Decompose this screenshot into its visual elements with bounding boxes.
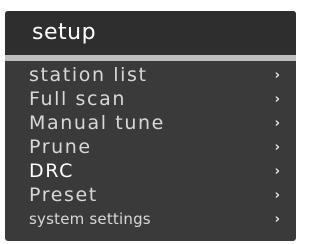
chevron-right-icon: ›	[274, 140, 280, 155]
menu-item-label: system settings	[29, 210, 151, 228]
chevron-right-icon: ›	[274, 212, 280, 227]
screen-title: setup	[32, 20, 97, 45]
title-bar: setup	[5, 11, 296, 55]
menu-item-manual-tune[interactable]: Manual tune ›	[5, 111, 296, 135]
menu-item-label: Prune	[29, 136, 92, 158]
menu-item-drc[interactable]: DRC ›	[5, 159, 296, 183]
chevron-right-icon: ›	[274, 68, 280, 83]
menu-item-prune[interactable]: Prune ›	[5, 135, 296, 159]
chevron-right-icon: ›	[274, 92, 280, 107]
chevron-right-icon: ›	[274, 116, 280, 131]
setup-menu: station list › Full scan › Manual tune ›…	[5, 63, 296, 231]
menu-item-station-list[interactable]: station list ›	[5, 63, 296, 87]
setup-screen: setup station list › Full scan › Manual …	[5, 11, 296, 241]
menu-item-preset[interactable]: Preset ›	[5, 183, 296, 207]
chevron-right-icon: ›	[274, 188, 280, 203]
menu-item-label: DRC	[29, 160, 74, 182]
menu-item-full-scan[interactable]: Full scan ›	[5, 87, 296, 111]
menu-item-system-settings[interactable]: system settings ›	[5, 207, 296, 231]
title-divider	[5, 55, 296, 61]
menu-item-label: station list	[29, 64, 148, 86]
menu-item-label: Preset	[29, 184, 98, 206]
chevron-right-icon: ›	[274, 164, 280, 179]
menu-item-label: Manual tune	[29, 112, 165, 134]
menu-item-label: Full scan	[29, 88, 126, 110]
